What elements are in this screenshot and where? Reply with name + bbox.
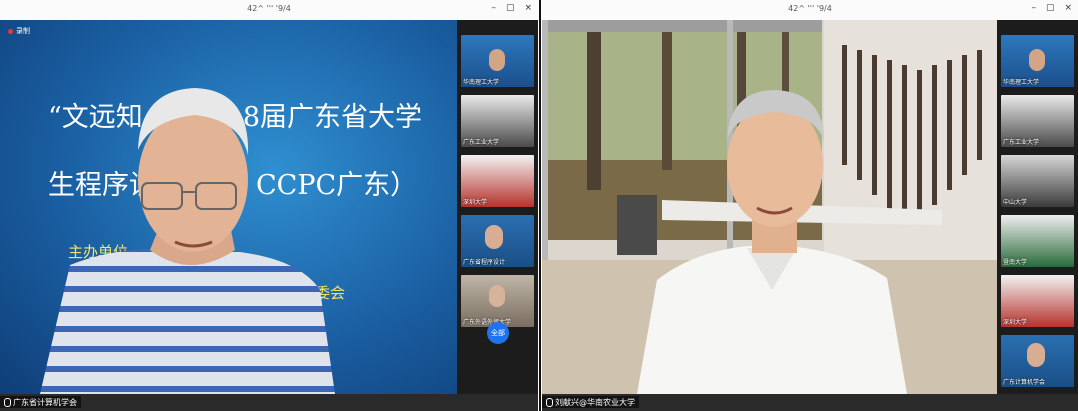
speaker-name-label: 广东省计算机学会	[0, 396, 81, 408]
participant-thumbnail[interactable]: 广东工业大学	[461, 95, 534, 147]
participant-thumbnail[interactable]: 华南理工大学	[461, 35, 534, 87]
minimize-button[interactable]: –	[491, 3, 496, 13]
speaker-video	[637, 90, 907, 394]
participant-thumbnail[interactable]: 广东计算机学会	[1001, 335, 1074, 387]
title-bar: 42^ ''' '9/4 – ▢ ×	[542, 0, 1078, 20]
main-video[interactable]	[542, 20, 997, 394]
main-video[interactable]: “文远知8届广东省大学 生程序设CCPC广东） 主办单位 比赛组委会	[0, 20, 457, 394]
participant-panel: 华南理工大学 广东工业大学 深圳大学 广东省程序设计 广东外语外贸大学 全部	[457, 20, 538, 394]
title-bar: 42^ ''' '9/4 – ▢ ×	[0, 0, 538, 20]
participant-thumbnail[interactable]: 华南理工大学	[1001, 35, 1074, 87]
show-all-button[interactable]: 全部	[487, 322, 509, 344]
participant-panel: 华南理工大学 广东工业大学 中山大学 暨南大学 深圳大学 广东计算机学会	[997, 20, 1078, 394]
record-dot-icon	[8, 28, 13, 34]
participant-thumbnail[interactable]: 中山大学	[1001, 155, 1074, 207]
mic-icon	[4, 397, 11, 407]
recording-indicator: 录制	[8, 26, 30, 36]
participant-thumbnail[interactable]: 暨南大学	[1001, 215, 1074, 267]
right-meeting-window: 42^ ''' '9/4 – ▢ × 华南理工大学 广东工业大学 中山大学 暨南…	[542, 0, 1078, 411]
participant-thumbnail[interactable]: 广东外语外贸大学	[461, 275, 534, 327]
close-button[interactable]: ×	[1064, 3, 1072, 13]
speaker-video	[40, 88, 335, 394]
maximize-button[interactable]: ▢	[506, 3, 515, 13]
left-meeting-window: 42^ ''' '9/4 – ▢ × “文远知 8届广东省大学 生程序设 CCPC广…	[0, 0, 538, 411]
close-button[interactable]: ×	[524, 3, 532, 13]
participant-thumbnail[interactable]: 深圳大学	[461, 155, 534, 207]
mic-icon	[546, 397, 553, 407]
participant-thumbnail[interactable]: 广东工业大学	[1001, 95, 1074, 147]
speaker-name-label: 刘献兴@华南农业大学	[542, 396, 639, 408]
window-title: 42^ ''' '9/4	[788, 4, 832, 13]
minimize-button[interactable]: –	[1031, 3, 1036, 13]
participant-thumbnail[interactable]: 广东省程序设计	[461, 215, 534, 267]
participant-thumbnail[interactable]: 深圳大学	[1001, 275, 1074, 327]
window-title: 42^ ''' '9/4	[247, 4, 291, 13]
maximize-button[interactable]: ▢	[1046, 3, 1055, 13]
